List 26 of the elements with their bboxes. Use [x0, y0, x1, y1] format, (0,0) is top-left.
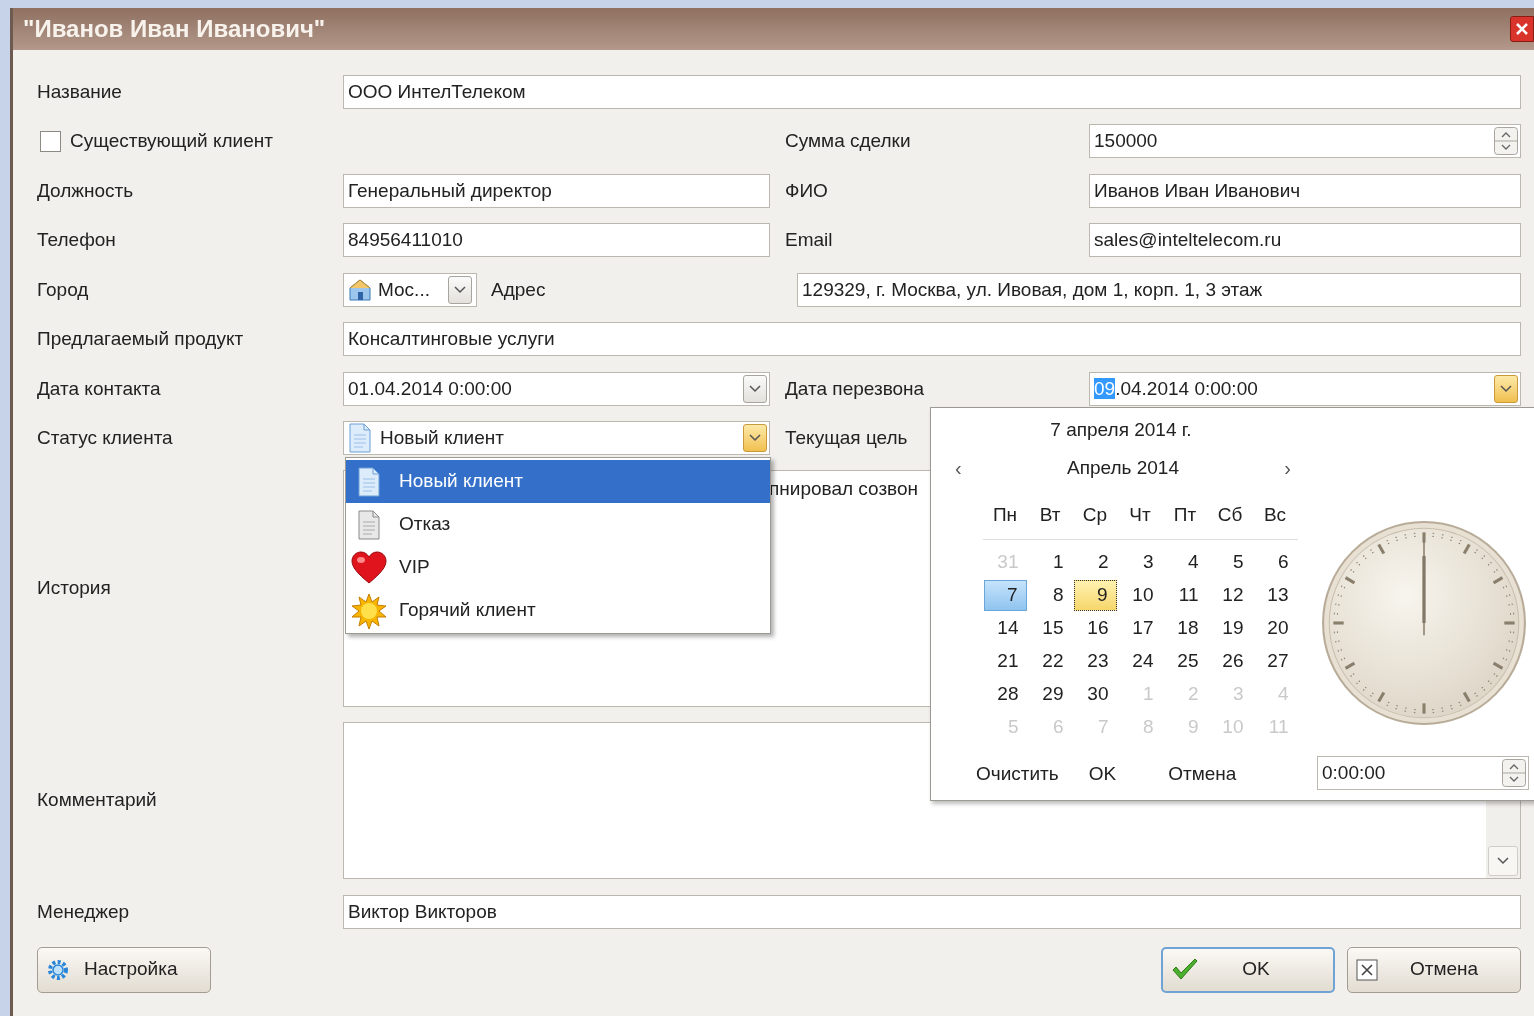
weekday-label: Вт: [1038, 503, 1062, 528]
field-label: Статус клиента: [37, 427, 173, 448]
field-label: Город: [37, 278, 89, 300]
checkbox-label: Существующий клиент: [70, 129, 273, 153]
month-label: Апрель 2014: [1067, 455, 1179, 480]
weekday-label: Ср: [1081, 503, 1109, 528]
weekday-label: Сб: [1216, 503, 1244, 528]
field-label: Комментарий: [37, 789, 157, 811]
weekday-label: Пн: [991, 503, 1019, 528]
field-label: Адрес: [491, 278, 546, 300]
field-label: Email: [785, 229, 833, 250]
field-label: Предлагаемый продукт: [37, 328, 244, 349]
field-label: Текущая цель: [785, 427, 908, 448]
field-label: ФИО: [785, 179, 828, 201]
field-label: Дата перезвона: [785, 377, 925, 399]
weekday-label: Пт: [1172, 503, 1198, 528]
field-label: Дата контакта: [37, 377, 161, 399]
field-label: История: [37, 577, 111, 599]
weekday-label: Чт: [1128, 503, 1152, 528]
weekday-label: Вс: [1262, 503, 1288, 528]
field-label: Менеджер: [37, 900, 130, 922]
field-label: Название: [37, 80, 122, 102]
field-label: Должность: [37, 179, 134, 201]
window-title: "Иванов Иван Иванович": [23, 14, 326, 44]
field-label: Сумма сделки: [785, 130, 911, 151]
field-label: Телефон: [37, 229, 116, 250]
